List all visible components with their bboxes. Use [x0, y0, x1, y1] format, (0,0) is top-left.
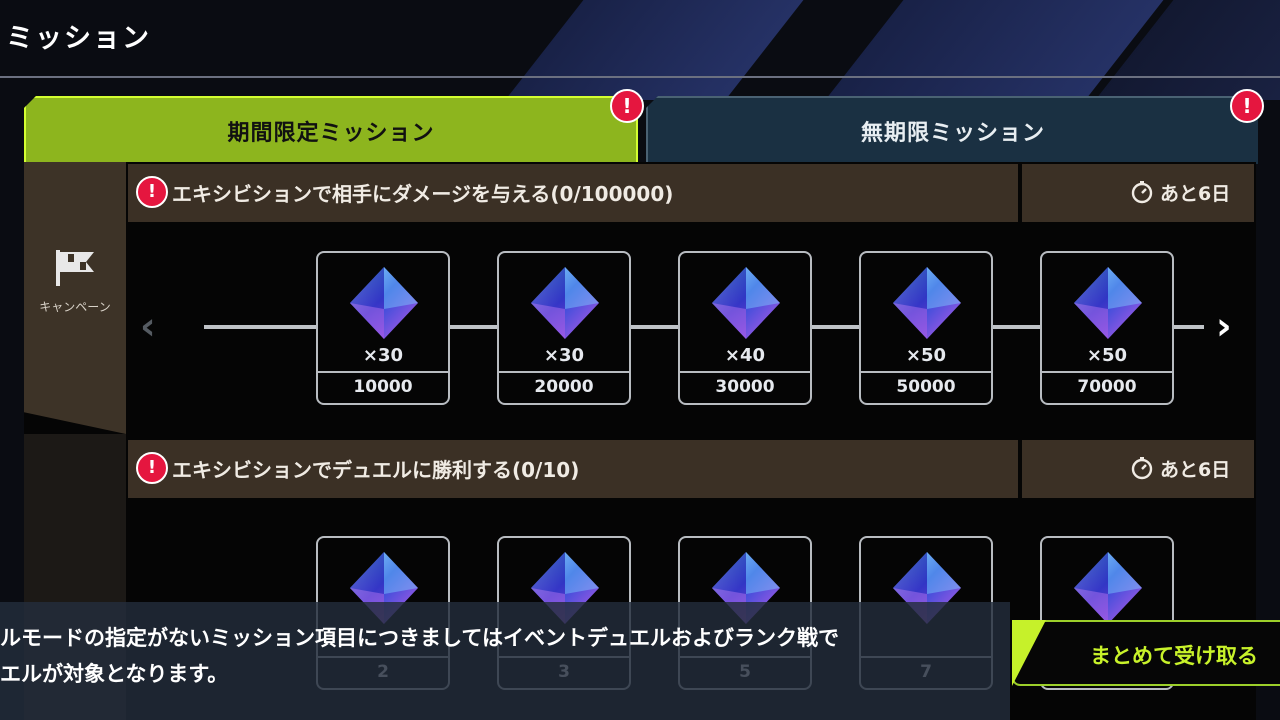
reward-card[interactable]: ×40 30000 — [678, 251, 812, 405]
time-left-text: あと6日 — [1160, 183, 1231, 205]
reward-card[interactable]: ×30 20000 — [497, 251, 631, 405]
mission-header: ! エキシビションで相手にダメージを与える(0/100000) — [128, 164, 1018, 222]
tab-limited-missions[interactable]: 期間限定ミッション — [24, 96, 638, 166]
page-header: ミッション — [0, 0, 1280, 78]
reward-quantity: ×30 — [543, 345, 585, 366]
reward-goal: 50000 — [896, 377, 956, 397]
mission-time-remaining: あと6日 — [1022, 164, 1254, 222]
mission-header: ! エキシビションでデュエルに勝利する(0/10) — [128, 440, 1018, 498]
claim-all-label: まとめて受け取る — [1090, 644, 1258, 668]
reward-goal: 30000 — [715, 377, 775, 397]
reward-card[interactable]: ×30 10000 — [316, 251, 450, 405]
button-accent — [1012, 620, 1046, 686]
card-divider — [318, 371, 448, 373]
claim-all-button[interactable]: まとめて受け取る — [1012, 620, 1280, 686]
gem-icon — [1072, 550, 1144, 626]
sidebar-item-label: キャンペーン — [39, 300, 111, 314]
clock-icon — [1131, 457, 1153, 480]
reward-goal: 70000 — [1077, 377, 1137, 397]
notice-line-2: エルが対象となります。 — [0, 662, 229, 686]
gem-icon — [710, 265, 782, 341]
reward-card[interactable]: ×50 50000 — [859, 251, 993, 405]
next-arrow-icon[interactable]: › — [1216, 304, 1232, 348]
reward-quantity: ×50 — [1086, 345, 1128, 366]
clock-icon — [1131, 181, 1153, 204]
notice-line-1: ルモードの指定がないミッション項目につきましてはイベントデュエルおよびランク戦で — [0, 626, 839, 650]
gem-icon — [891, 265, 963, 341]
alert-badge-icon: ! — [136, 452, 168, 484]
reward-card[interactable]: ×50 70000 — [1040, 251, 1174, 405]
card-divider — [680, 371, 810, 373]
mission-title: エキシビションでデュエルに勝利する(0/10) — [172, 458, 580, 482]
gem-icon — [1072, 265, 1144, 341]
notice-banner: ルモードの指定がないミッション項目につきましてはイベントデュエルおよびランク戦で… — [0, 602, 1010, 720]
alert-badge-icon: ! — [610, 89, 644, 123]
prev-arrow-icon[interactable]: ‹ — [140, 304, 156, 348]
tab-unlimited-missions-label: 無期限ミッション — [860, 121, 1045, 146]
gem-icon — [529, 265, 601, 341]
reward-goal: 10000 — [353, 377, 413, 397]
mission-title: エキシビションで相手にダメージを与える(0/100000) — [172, 182, 674, 206]
header-divider — [0, 76, 1280, 78]
card-divider — [861, 371, 991, 373]
reward-goal: 20000 — [534, 377, 594, 397]
time-left-text: あと6日 — [1160, 459, 1231, 481]
tab-unlimited-missions[interactable]: 無期限ミッション — [646, 96, 1258, 164]
gem-icon — [348, 265, 420, 341]
reward-quantity: ×30 — [362, 345, 404, 366]
reward-quantity: ×50 — [905, 345, 947, 366]
flag-icon — [56, 250, 94, 286]
card-divider — [499, 371, 629, 373]
tab-limited-missions-label: 期間限定ミッション — [227, 121, 435, 146]
page-title: ミッション — [6, 23, 151, 54]
reward-quantity: ×40 — [724, 345, 766, 366]
alert-badge-icon: ! — [136, 176, 168, 208]
mission-time-remaining: あと6日 — [1022, 440, 1254, 498]
card-divider — [1042, 371, 1172, 373]
alert-badge-icon: ! — [1230, 89, 1264, 123]
